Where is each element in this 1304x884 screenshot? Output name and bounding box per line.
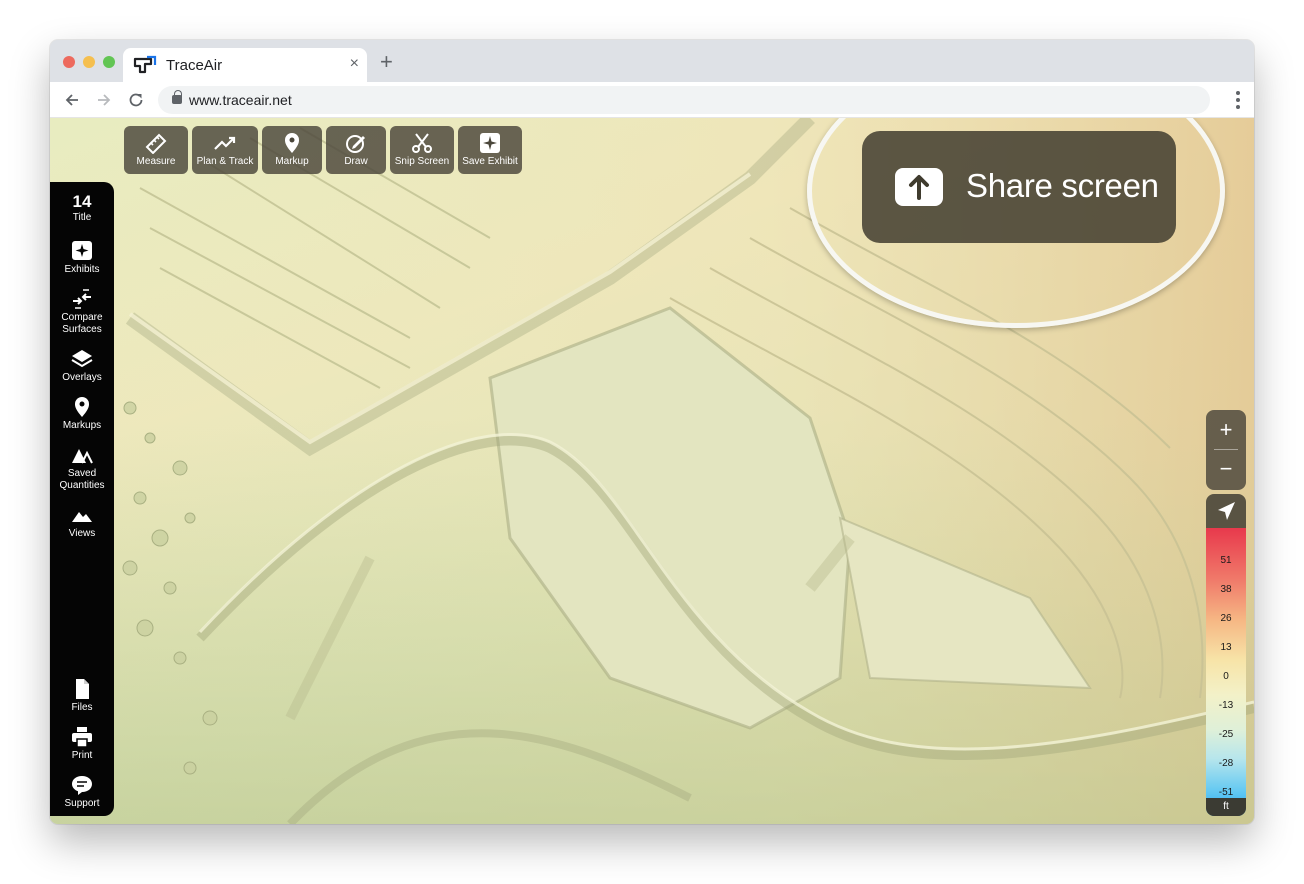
tool-label: Save Exhibit [462,156,518,167]
sidebar-item-exhibits[interactable]: Exhibits [50,240,114,276]
legend-value: -51 [1218,787,1234,798]
ruler-icon [145,133,167,154]
sidebar-item-print[interactable]: Print [50,726,114,762]
snip-screen-tool-button[interactable]: Snip Screen [390,126,454,174]
browser-tab[interactable]: TraceAir × [123,48,367,82]
sidebar-item-label: Saved Quantities [59,468,105,491]
chat-icon [72,776,92,795]
day-number: 14 [72,192,92,211]
sidebar-item-compare-surfaces[interactable]: Compare Surfaces [50,288,114,336]
url-text: www.traceair.net [189,92,292,108]
minimize-window-button[interactable] [83,56,95,68]
legend-value: 51 [1220,555,1232,566]
layers-icon [71,350,93,368]
draw-tool-button[interactable]: Draw [326,126,386,174]
maximize-window-button[interactable] [103,56,115,68]
share-screen-label: Share screen [966,167,1159,204]
sidebar-item-label: Print [71,750,93,761]
title-bar: TraceAir × + [50,40,1254,82]
sidebar-item-support[interactable]: Support [50,774,114,810]
sidebar-item-label: Support [64,798,100,809]
map-pin-icon [285,133,299,153]
markup-tool-button[interactable]: Markup [262,126,322,174]
tab-close-icon[interactable]: × [350,56,359,72]
sparkle-icon [72,241,92,260]
mountain-outline-icon [72,449,93,464]
forward-arrow-icon[interactable] [94,90,114,110]
tab-title: TraceAir [166,57,223,74]
browser-toolbar: www.traceair.net [50,82,1254,118]
legend-value: 13 [1220,642,1232,653]
upload-arrow-icon [895,168,943,206]
printer-icon [72,727,92,748]
compare-arrows-icon [73,289,91,309]
reload-icon[interactable] [126,90,146,110]
sidebar-item-label: Markups [62,420,102,431]
legend-value: -25 [1218,729,1234,740]
browser-menu-icon[interactable] [1236,91,1240,109]
browser-window: TraceAir × + www.traceair.net Measure Pl… [50,40,1254,824]
legend-value: 0 [1223,671,1229,682]
scissors-icon [412,133,432,153]
tool-label: Draw [344,156,368,167]
sparkle-icon [480,133,500,153]
legend-value: -28 [1218,758,1234,769]
lock-icon [172,90,182,104]
sidebar-item-markups[interactable]: Markups [50,396,114,432]
navigation-arrow-icon [1218,502,1235,520]
traceair-logo-icon [133,55,157,74]
sidebar-item-overlays[interactable]: Overlays [50,348,114,384]
address-bar[interactable]: www.traceair.net [158,86,1210,114]
left-sidebar: 14 Title Exhibits Compare Surfaces Overl… [50,182,114,816]
new-tab-button[interactable]: + [380,51,393,73]
back-arrow-icon[interactable] [62,90,82,110]
sidebar-item-label: Overlays [62,372,102,383]
legend-value: 26 [1220,613,1232,624]
sidebar-day-title[interactable]: 14 Title [50,192,114,224]
tool-label: Measure [136,156,176,167]
zoom-control: + − [1206,410,1246,490]
elevation-legend: 51 38 26 13 0 -13 -25 -28 -51 ft [1206,528,1246,816]
share-screen-button[interactable]: Share screen [862,131,1176,243]
legend-value: 38 [1220,584,1232,595]
mountain-icon [72,512,92,522]
zoom-in-button[interactable]: + [1206,414,1246,446]
sidebar-item-label: Exhibits [64,264,100,275]
day-label: Title [72,212,92,223]
map-viewport[interactable]: Measure Plan & Track Markup Draw Snip Sc… [50,118,1254,824]
save-exhibit-tool-button[interactable]: Save Exhibit [458,126,522,174]
sidebar-item-label: Views [68,528,96,539]
tool-label: Snip Screen [394,156,450,167]
zoom-out-button[interactable]: − [1206,454,1246,486]
sidebar-item-saved-quantities[interactable]: Saved Quantities [50,444,114,492]
locate-button[interactable] [1206,494,1246,530]
close-window-button[interactable] [63,56,75,68]
sidebar-item-label: Compare Surfaces [61,312,103,335]
pencil-icon [346,135,365,153]
legend-unit: ft [1206,798,1246,816]
sidebar-item-files[interactable]: Files [50,678,114,714]
tool-label: Plan & Track [196,156,254,167]
sidebar-item-label: Files [71,702,93,713]
trend-icon [214,136,236,150]
file-icon [76,679,89,699]
tool-label: Markup [275,156,309,167]
map-pin-icon [75,397,89,417]
plan-track-tool-button[interactable]: Plan & Track [192,126,258,174]
measure-tool-button[interactable]: Measure [124,126,188,174]
legend-value: -13 [1218,700,1234,711]
zoom-divider [1214,449,1238,450]
sidebar-item-views[interactable]: Views [50,504,114,540]
